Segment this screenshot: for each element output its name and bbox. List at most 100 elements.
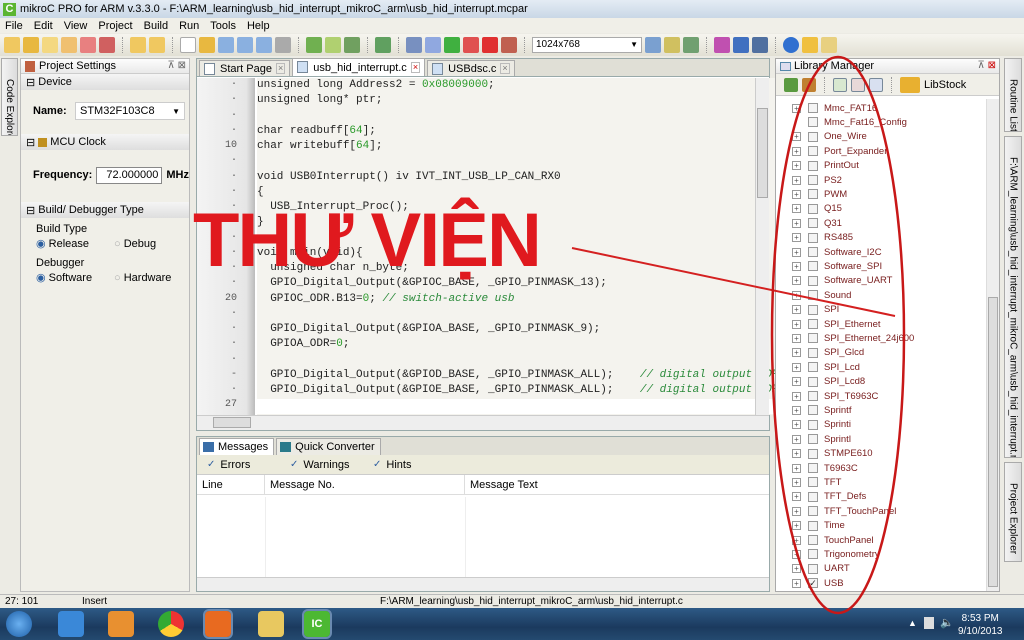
file-explorer-icon[interactable] [258, 611, 284, 637]
code-line[interactable]: GPIO_Digital_Output(&GPIOD_BASE, _GPIO_P… [257, 369, 817, 384]
expand-icon[interactable]: + [792, 218, 801, 228]
code-line[interactable]: GPIOA_ODR=0; [257, 338, 817, 353]
network-icon[interactable] [924, 617, 934, 629]
library-checkbox[interactable] [808, 189, 818, 200]
vertical-scrollbar[interactable] [755, 78, 769, 415]
tab-project-file[interactable]: F:\ARM_learning\usb_hid_interrupt_mikroC… [1004, 136, 1022, 458]
menu-build[interactable]: Build [144, 20, 168, 32]
new-file-icon[interactable] [180, 37, 196, 53]
expand-icon[interactable]: + [792, 333, 801, 343]
search-help-icon[interactable] [821, 37, 837, 53]
expand-icon[interactable]: + [792, 549, 801, 559]
menu-help[interactable]: Help [247, 20, 270, 32]
expand-icon[interactable]: + [792, 146, 801, 156]
expand-icon[interactable]: + [792, 578, 801, 588]
tab-usbdsc[interactable]: USBdsc.c × [427, 60, 515, 76]
library-checkbox[interactable] [808, 131, 818, 142]
chrome-icon[interactable] [158, 611, 184, 637]
library-item[interactable]: + T6963C [776, 461, 986, 475]
library-item[interactable]: + Time [776, 519, 986, 533]
library-item[interactable]: + Software_I2C [776, 245, 986, 259]
release-radio[interactable]: ◉ Release [36, 237, 114, 252]
menu-file[interactable]: File [5, 20, 23, 32]
tab-code-explorer[interactable]: Code Explorer [1, 58, 18, 136]
expand-icon[interactable]: + [792, 348, 801, 358]
library-checkbox[interactable] [808, 391, 818, 401]
library-item[interactable]: + Software_UART [776, 274, 986, 288]
remove-file-icon[interactable] [99, 37, 115, 53]
library-item[interactable]: + SPI_Glcd [776, 346, 986, 360]
new-project-icon[interactable] [4, 37, 20, 53]
library-checkbox[interactable] [808, 491, 818, 502]
expand-icon[interactable]: + [792, 377, 801, 387]
library-checkbox[interactable] [808, 232, 818, 243]
expand-icon[interactable]: + [792, 521, 801, 531]
library-checkbox[interactable] [808, 563, 818, 574]
export-icon[interactable] [482, 37, 498, 53]
hardware-radio[interactable]: ○ Hardware [114, 271, 171, 286]
expand-icon[interactable]: + [792, 535, 801, 545]
expand-icon[interactable]: + [792, 506, 801, 516]
frequency-input[interactable]: 72.000000 [96, 166, 163, 184]
internet-explorer-icon[interactable] [58, 611, 84, 637]
software-radio[interactable]: ◉ Software [36, 271, 114, 286]
library-checkbox[interactable] [808, 405, 818, 416]
expand-icon[interactable]: + [792, 319, 801, 329]
open-file-icon[interactable] [199, 37, 215, 53]
code-line[interactable]: unsigned long Address2 = 0x08009000; [257, 79, 817, 94]
library-scrollbar[interactable] [986, 99, 999, 591]
expand-icon[interactable]: + [792, 290, 801, 300]
save-icon[interactable] [218, 37, 234, 53]
warnings-checkbox[interactable]: ✓ Warnings [290, 459, 373, 471]
library-item[interactable]: + STMPE610 [776, 447, 986, 461]
tab-usb-hid-interrupt[interactable]: usb_hid_interrupt.c × [292, 58, 426, 76]
code-line[interactable]: void USB0Interrupt() iv IVT_INT_USB_LP_C… [257, 171, 817, 186]
library-item[interactable]: + TouchPanel [776, 533, 986, 547]
library-checkbox[interactable] [808, 463, 818, 473]
library-item[interactable]: + TFT_Defs [776, 490, 986, 504]
expand-icon[interactable]: + [792, 420, 801, 430]
code-line[interactable] [257, 110, 817, 125]
library-item[interactable]: + SPI_T6963C [776, 389, 986, 403]
library-checkbox[interactable] [808, 520, 818, 531]
expand-icon[interactable]: + [792, 391, 801, 401]
library-item[interactable]: + SPI [776, 303, 986, 317]
library-item[interactable]: + Port_Expander [776, 144, 986, 158]
terminal-icon[interactable] [406, 37, 422, 53]
tab-routine-list[interactable]: Routine List [1004, 58, 1022, 132]
library-item[interactable]: + Sprintf [776, 403, 986, 417]
expand-icon[interactable]: + [792, 492, 801, 502]
mcu-clock-section[interactable]: ⊟ MCU Clock [21, 134, 189, 150]
library-item[interactable]: + ✓ USB [776, 576, 986, 590]
tray-arrow-icon[interactable]: ▲ [908, 618, 917, 628]
library-checkbox[interactable] [808, 434, 818, 445]
add-file-icon[interactable] [80, 37, 96, 53]
clock[interactable]: 8:53 PM 9/10/2013 [958, 612, 1003, 638]
library-item[interactable]: + Sprintl [776, 432, 986, 446]
expand-icon[interactable]: + [792, 204, 801, 214]
library-item[interactable]: + TFT_TouchPanel [776, 504, 986, 518]
library-item[interactable]: Mmc_Fat16_Config [776, 115, 986, 129]
library-checkbox[interactable] [808, 448, 818, 459]
column-message-text[interactable]: Message Text [465, 475, 769, 494]
build-all-icon[interactable] [325, 37, 341, 53]
code-line[interactable] [257, 308, 817, 323]
library-checkbox[interactable] [808, 103, 818, 113]
check-all-icon[interactable] [833, 77, 847, 92]
build-program-icon[interactable] [344, 37, 360, 53]
expand-icon[interactable]: + [792, 305, 801, 315]
mikroc-icon[interactable]: IC [302, 609, 332, 639]
library-item[interactable]: + PS2 [776, 173, 986, 187]
layout-delete-icon[interactable] [683, 37, 699, 53]
layout-icon[interactable] [645, 37, 661, 53]
firefox-icon[interactable] [203, 609, 233, 639]
library-checkbox[interactable] [808, 203, 818, 214]
ascii-icon[interactable] [425, 37, 441, 53]
library-checkbox[interactable] [808, 261, 818, 272]
library-checkbox[interactable] [808, 535, 818, 545]
expand-icon[interactable]: + [792, 103, 801, 113]
device-select[interactable]: STM32F103C8 ▼ [75, 102, 185, 120]
expand-icon[interactable]: + [792, 233, 801, 243]
rebuild-icon[interactable] [802, 77, 816, 92]
library-item[interactable]: + PrintOut [776, 159, 986, 173]
